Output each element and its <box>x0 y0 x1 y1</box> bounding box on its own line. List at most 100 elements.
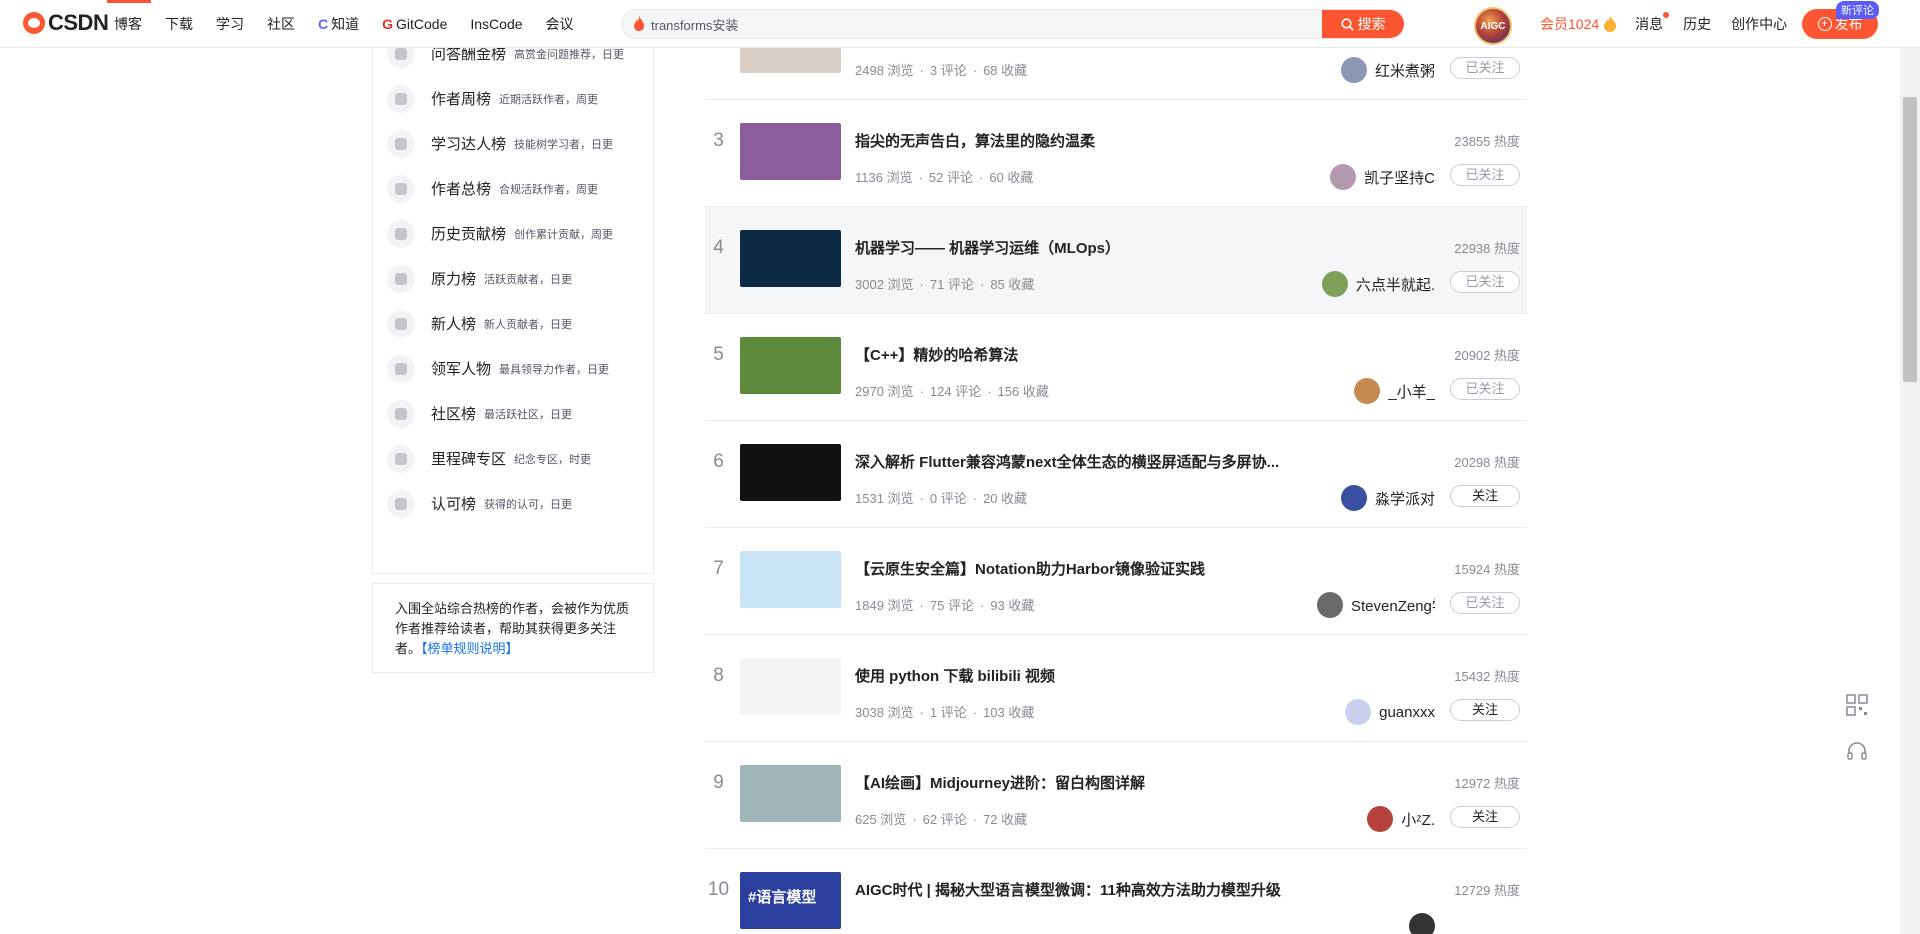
article-thumbnail[interactable] <box>740 444 841 501</box>
author-avatar[interactable] <box>1345 699 1372 725</box>
author-info[interactable] <box>1409 913 1435 934</box>
author-info[interactable]: 淼学派对 <box>1340 485 1435 511</box>
ranking-type-item[interactable]: 里程碑专区 纪念专区，时更 <box>387 436 647 481</box>
author-info[interactable]: guanxxx <box>1345 699 1435 725</box>
author-avatar[interactable] <box>1354 378 1381 404</box>
ranking-row[interactable]: 7 【云原生安全篇】Notation助力Harbor镜像验证实践 1849 浏览 · 7… <box>705 528 1527 635</box>
author-avatar[interactable] <box>1340 485 1367 511</box>
author-avatar[interactable] <box>1321 271 1348 297</box>
article-thumbnail[interactable] <box>740 765 841 822</box>
article-title[interactable]: 使用 python 下载 bilibili 视频 <box>855 665 1285 686</box>
creator-center-link[interactable]: 创作中心 <box>1731 14 1787 34</box>
ranking-row[interactable]: 9 【AI绘画】Midjourney进阶：留白构图详解 625 浏览 · 62 评论 · 7… <box>705 742 1527 849</box>
ranking-row[interactable]: 4 机器学习—— 机器学习运维（MLOps） 3002 浏览 · 71 评论 · 85 收藏… <box>705 207 1527 314</box>
followed-button[interactable]: 已关注 <box>1450 271 1520 293</box>
article-title[interactable]: 指尖的无声告白，算法里的隐约温柔 <box>855 130 1285 151</box>
ranking-type-icon <box>387 219 415 248</box>
author-avatar[interactable] <box>1340 57 1367 83</box>
nav-item-5[interactable]: G GitCode <box>382 0 447 48</box>
article-title[interactable]: 【AI绘画】Midjourney进阶：留白构图详解 <box>855 772 1285 793</box>
nav-item-7[interactable]: 会议 <box>546 0 574 48</box>
article-thumbnail[interactable] <box>740 551 841 608</box>
author-info[interactable]: StevenZeng学堂 <box>1317 592 1435 618</box>
author-avatar[interactable] <box>1317 592 1343 618</box>
author-avatar[interactable] <box>1330 164 1357 190</box>
nav-item-1[interactable]: 下载 <box>165 0 193 48</box>
ranking-type-item[interactable]: 认可榜 获得的认可，日更 <box>387 481 647 526</box>
ranking-type-item[interactable]: 领军人物 最具领导力作者，日更 <box>387 346 647 391</box>
article-title[interactable]: 【云原生安全篇】Notation助力Harbor镜像验证实践 <box>855 558 1285 579</box>
ranking-type-item[interactable]: 原力榜 活跃贡献者，日更 <box>387 256 647 301</box>
nav-item-0[interactable]: 博客 <box>107 0 151 48</box>
ranking-type-name: 作者总榜 <box>431 181 492 198</box>
search-input[interactable] <box>651 10 1271 38</box>
qr-code-button[interactable] <box>1840 688 1874 722</box>
nav-item-2[interactable]: 学习 <box>216 0 244 48</box>
ranking-type-item[interactable]: 社区榜 最活跃社区，日更 <box>387 391 647 436</box>
ranking-rules-link[interactable]: 【榜单规则说明】 <box>421 641 519 656</box>
ranking-row[interactable]: 3 指尖的无声告白，算法里的隐约温柔 1136 浏览 · 52 评论 · 60 收藏 2385… <box>705 100 1527 207</box>
ranking-row[interactable]: 10 #语言模型 AIGC时代 | 揭秘大型语言模型微调：11种高效方法助力模型升级… <box>705 849 1527 934</box>
messages-link[interactable]: 消息 <box>1635 12 1670 34</box>
article-title[interactable]: 深入解析 Flutter兼容鸿蒙next全体生态的横竖屏适配与多屏协... <box>855 451 1285 472</box>
author-name[interactable]: 红米煮粥 <box>1375 60 1435 81</box>
followed-button[interactable]: 已关注 <box>1450 164 1520 186</box>
ranking-type-name: 学习达人榜 <box>431 136 507 153</box>
ranking-type-item[interactable]: 学习达人榜 技能树学习者，日更 <box>387 121 647 166</box>
search-button[interactable]: 搜索 <box>1322 10 1404 38</box>
nav-item-4[interactable]: C 知道 <box>318 0 359 48</box>
follow-button[interactable]: 关注 <box>1450 699 1520 721</box>
author-name[interactable]: 小ᶻZ. <box>1401 809 1435 830</box>
follow-button[interactable]: 关注 <box>1450 806 1520 828</box>
article-thumbnail[interactable] <box>740 658 841 715</box>
author-avatar[interactable] <box>1409 913 1435 934</box>
author-name[interactable]: 凯子坚持C <box>1364 167 1435 188</box>
author-info[interactable]: _小羊_ <box>1354 378 1435 404</box>
article-title[interactable]: 机器学习—— 机器学习运维（MLOps） <box>855 237 1285 258</box>
author-info[interactable]: 凯子坚持C <box>1330 164 1435 190</box>
nav-item-3[interactable]: 社区 <box>267 0 295 48</box>
author-name[interactable]: guanxxx <box>1379 704 1435 721</box>
scrollbar-thumb[interactable] <box>1903 97 1917 382</box>
followed-button[interactable]: 已关注 <box>1450 592 1520 614</box>
ranking-row[interactable]: 6 深入解析 Flutter兼容鸿蒙next全体生态的横竖屏适配与多屏协... 15… <box>705 421 1527 528</box>
author-info[interactable]: 六点半就起. <box>1321 271 1435 297</box>
ranking-row[interactable]: 8 使用 python 下载 bilibili 视频 3038 浏览 · 1 评论 · 10… <box>705 635 1527 742</box>
vip-link[interactable]: 会员1024 <box>1540 14 1599 34</box>
author-info[interactable]: 小ᶻZ. <box>1367 806 1435 832</box>
stat-separator: · <box>919 598 924 613</box>
article-title[interactable]: 【C++】精妙的哈希算法 <box>855 344 1285 365</box>
author-avatar[interactable] <box>1367 806 1394 832</box>
stat-separator: · <box>979 277 985 292</box>
ranking-type-item[interactable]: 作者总榜 合规活跃作者，周更 <box>387 166 647 211</box>
followed-button[interactable]: 已关注 <box>1450 57 1520 79</box>
comment-count: 3 评论 <box>929 63 967 78</box>
ranking-type-name: 里程碑专区 <box>431 451 507 468</box>
ranking-type-item[interactable]: 历史贡献榜 创作累计贡献，周更 <box>387 211 647 256</box>
user-avatar[interactable]: AIGC <box>1474 7 1512 45</box>
author-info[interactable]: 红米煮粥 <box>1340 57 1435 83</box>
messages-label: 消息 <box>1635 16 1664 32</box>
author-name[interactable]: 六点半就起. <box>1356 274 1435 295</box>
nav-item-6[interactable]: InsCode <box>470 0 522 48</box>
article-title[interactable]: AIGC时代 | 揭秘大型语言模型微调：11种高效方法助力模型升级 <box>855 879 1285 900</box>
new-comment-badge[interactable]: 新评论 <box>1836 1 1879 19</box>
article-thumbnail[interactable] <box>740 123 841 180</box>
ranking-type-item[interactable]: 作者周榜 近期活跃作者，周更 <box>387 76 647 121</box>
article-thumbnail[interactable] <box>740 230 841 287</box>
customer-support-button[interactable] <box>1840 735 1874 769</box>
author-name[interactable]: StevenZeng学堂 <box>1351 595 1435 616</box>
author-name[interactable]: _小羊_ <box>1388 381 1435 402</box>
ranking-row[interactable]: 5 【C++】精妙的哈希算法 2970 浏览 · 124 评论 · 156 收藏 20902 … <box>705 314 1527 421</box>
author-name[interactable]: 淼学派对 <box>1375 488 1435 509</box>
follow-button[interactable]: 关注 <box>1450 485 1520 507</box>
article-thumbnail[interactable] <box>740 337 841 394</box>
article-thumbnail[interactable]: #语言模型 <box>740 872 841 929</box>
stat-separator: · <box>987 384 992 399</box>
followed-button[interactable]: 已关注 <box>1450 378 1520 400</box>
ranking-type-item[interactable]: 新人榜 新人贡献者，日更 <box>387 301 647 346</box>
history-link[interactable]: 历史 <box>1683 14 1711 34</box>
vip-flame-icon <box>1604 16 1617 32</box>
stat-separator: · <box>918 170 923 185</box>
csdn-logo[interactable]: CSDN <box>23 10 109 36</box>
